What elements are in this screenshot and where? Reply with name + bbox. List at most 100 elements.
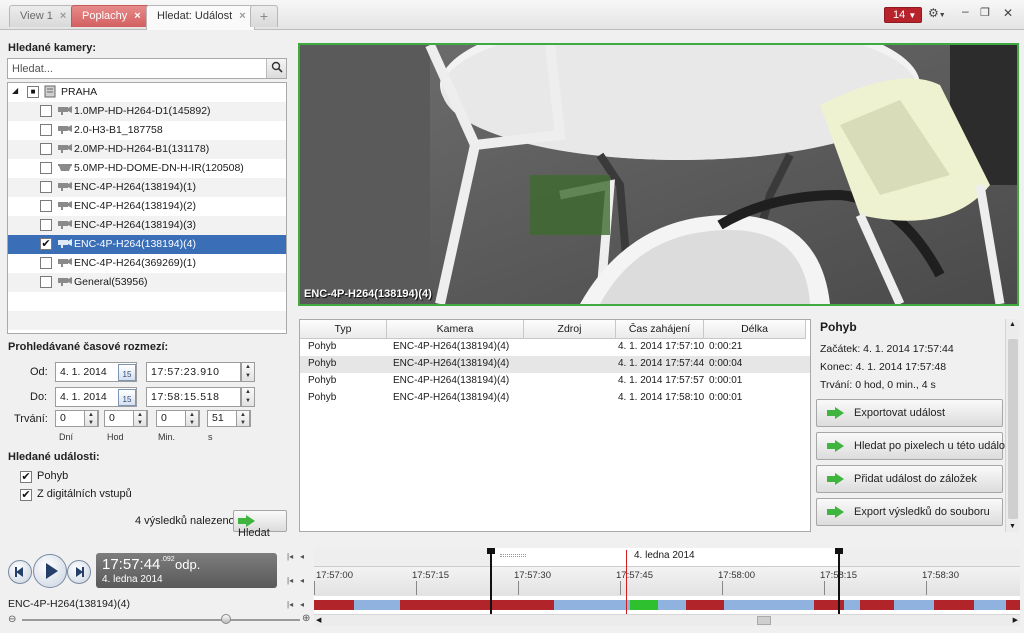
table-row[interactable]: Pohyb ENC-4P-H264(138194)(4) 4. 1. 2014 … xyxy=(300,373,810,390)
next-button[interactable] xyxy=(67,560,91,584)
column-header-type[interactable]: Typ xyxy=(300,320,387,339)
days-stepper[interactable]: ▲ ▼ xyxy=(84,410,98,427)
hours-stepper[interactable]: ▲ ▼ xyxy=(133,410,147,427)
camera-checkbox[interactable] xyxy=(40,257,52,269)
tree-item[interactable]: 1.0MP-HD-H264-D1(145892) xyxy=(8,102,286,121)
export-results-button[interactable]: Export výsledků do souboru xyxy=(816,498,1003,526)
zoom-slider-track[interactable] xyxy=(22,619,300,621)
search-button[interactable]: Hledat xyxy=(233,510,287,539)
minimize-icon[interactable]: – xyxy=(962,4,969,18)
camera-checkbox[interactable] xyxy=(40,276,52,288)
to-time-stepper[interactable]: ▲ ▼ xyxy=(241,387,255,407)
export-event-button[interactable]: Exportovat událost xyxy=(816,399,1003,427)
close-window-icon[interactable]: ✕ xyxy=(1003,6,1013,20)
motion-segment xyxy=(860,600,894,610)
table-row[interactable]: Pohyb ENC-4P-H264(138194)(4) 4. 1. 2014 … xyxy=(300,339,810,356)
camera-checkbox[interactable] xyxy=(40,105,52,117)
search-icon[interactable] xyxy=(266,59,286,78)
camera-checkbox[interactable] xyxy=(40,162,52,174)
table-row[interactable]: Pohyb ENC-4P-H264(138194)(4) 4. 1. 2014 … xyxy=(300,390,810,407)
tree-item[interactable]: ENC-4P-H264(138194)(3) xyxy=(8,216,286,235)
alarm-count-badge[interactable]: 14 ▼ xyxy=(884,7,922,23)
camera-checkbox-checked[interactable]: ✔ xyxy=(40,238,52,250)
timeline-start-icon[interactable]: |◂ xyxy=(287,600,293,609)
seconds-stepper[interactable]: ▲ ▼ xyxy=(236,410,250,427)
calendar-icon[interactable]: 15 xyxy=(118,364,136,381)
range-end-handle[interactable] xyxy=(838,548,840,614)
digital-input-checkbox[interactable]: ✔ xyxy=(20,489,32,501)
pixel-search-button[interactable]: Hledat po pixelech u této události xyxy=(816,432,1016,460)
camera-icon xyxy=(58,144,72,153)
scrollbar-thumb[interactable] xyxy=(1008,339,1018,519)
timeline-start-icon[interactable]: |◂ xyxy=(287,576,293,585)
camera-checkbox[interactable] xyxy=(40,219,52,231)
zoom-out-icon[interactable]: ⊖ xyxy=(8,614,16,625)
tree-item-selected[interactable]: ✔ ENC-4P-H264(138194)(4) xyxy=(8,235,286,254)
camera-checkbox[interactable] xyxy=(40,143,52,155)
timeline-scrollbar[interactable]: ◀ ▶ xyxy=(314,614,1020,626)
from-time-field[interactable]: 17:57:23.910 xyxy=(146,362,241,382)
table-row-selected[interactable]: Pohyb ENC-4P-H264(138194)(4) 4. 1. 2014 … xyxy=(300,356,810,373)
tab-event-search[interactable]: Hledat: Událost × xyxy=(146,5,255,30)
column-header-length[interactable]: Délka xyxy=(704,320,806,339)
scrollbar-thumb[interactable] xyxy=(757,616,771,625)
range-end-handle-cap[interactable] xyxy=(835,548,843,554)
timeline-prev-icon[interactable]: ◂ xyxy=(300,552,304,561)
column-header-camera[interactable]: Kamera xyxy=(387,320,524,339)
timeline-date: 4. ledna 2014 xyxy=(634,550,695,561)
video-frame-image xyxy=(300,45,1017,304)
scroll-right-icon[interactable]: ▶ xyxy=(1013,616,1018,624)
timeline-prev-icon[interactable]: ◂ xyxy=(300,600,304,609)
tree-item[interactable]: General(53956) xyxy=(8,273,286,292)
tree-root-praha[interactable]: ◢ ■ PRAHA xyxy=(8,83,286,102)
root-checkbox[interactable]: ■ xyxy=(27,86,39,98)
up-arrow-icon[interactable]: ▲ xyxy=(1009,321,1016,328)
previous-button[interactable] xyxy=(8,560,32,584)
close-icon[interactable]: × xyxy=(239,10,245,22)
camera-checkbox[interactable] xyxy=(40,181,52,193)
bookmark-event-button[interactable]: Přidat událost do záložek xyxy=(816,465,1003,493)
camera-checkbox[interactable] xyxy=(40,124,52,136)
from-time-stepper[interactable]: ▲ ▼ xyxy=(241,362,255,382)
expand-icon[interactable]: ◢ xyxy=(12,86,18,95)
timeline-prev-icon[interactable]: ◂ xyxy=(300,576,304,585)
column-header-source[interactable]: Zdroj xyxy=(524,320,616,339)
timeline-start-icon[interactable]: |◂ xyxy=(287,552,293,561)
to-time-field[interactable]: 17:58:15.518 xyxy=(146,387,241,407)
calendar-icon[interactable]: 15 xyxy=(118,389,136,406)
cell-start-time: 4. 1. 2014 17:58:10 xyxy=(618,392,705,403)
tree-item[interactable]: ENC-4P-H264(369269)(1) xyxy=(8,254,286,273)
column-header-start-time[interactable]: Čas zahájení xyxy=(616,320,704,339)
close-icon[interactable]: × xyxy=(134,10,140,22)
new-tab-button[interactable]: + xyxy=(250,5,278,27)
restore-icon[interactable]: ❐ xyxy=(980,6,990,19)
tree-item[interactable]: ENC-4P-H264(138194)(2) xyxy=(8,197,286,216)
up-arrow-icon: ▲ xyxy=(245,389,251,395)
camera-checkbox[interactable] xyxy=(40,200,52,212)
range-start-handle[interactable] xyxy=(490,548,492,614)
range-start-handle-cap[interactable] xyxy=(487,548,495,554)
zoom-slider-thumb[interactable] xyxy=(221,614,231,624)
camera-icon xyxy=(58,182,72,191)
zoom-in-icon[interactable]: ⊕ xyxy=(302,613,310,624)
close-icon[interactable]: × xyxy=(60,10,66,22)
tree-item[interactable]: 2.0MP-HD-H264-B1(131178) xyxy=(8,140,286,159)
tab-alarms[interactable]: Poplachy × xyxy=(71,5,150,27)
down-arrow-icon[interactable]: ▼ xyxy=(1009,523,1016,530)
minutes-stepper[interactable]: ▲ ▼ xyxy=(185,410,199,427)
playhead[interactable] xyxy=(626,550,627,614)
tab-view-1[interactable]: View 1 × xyxy=(9,5,76,27)
detail-scrollbar[interactable]: ▲ ▼ xyxy=(1005,319,1019,532)
scroll-left-icon[interactable]: ◀ xyxy=(316,616,321,624)
camera-tree: ◢ ■ PRAHA 1.0MP-HD-H264-D1(145892) 2.0-H… xyxy=(7,82,287,334)
tree-item[interactable]: 5.0MP-HD-DOME-DN-H-IR(120508) xyxy=(8,159,286,178)
timeline[interactable]: 4. ledna 2014 17:57:00 17:57:15 17:57:30… xyxy=(314,548,1020,614)
video-preview[interactable]: ENC-4P-H264(138194)(4) xyxy=(298,43,1019,306)
gear-icon[interactable]: ⚙▼ xyxy=(928,6,946,20)
motion-checkbox[interactable]: ✔ xyxy=(20,471,32,483)
tree-item[interactable]: ENC-4P-H264(138194)(1) xyxy=(8,178,286,197)
play-button[interactable] xyxy=(33,554,67,588)
tree-item[interactable]: 2.0-H3-B1_187758 xyxy=(8,121,286,140)
drag-grip-icon[interactable] xyxy=(500,554,526,557)
camera-search-input[interactable] xyxy=(8,59,264,78)
